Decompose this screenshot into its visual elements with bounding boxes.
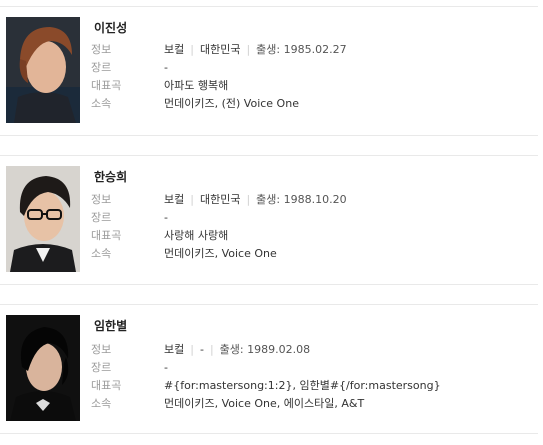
genre-value: - xyxy=(164,61,168,74)
info-label: 정보 xyxy=(91,193,112,206)
agency-value: 먼데이키즈, Voice One, 에이스타일, A&T xyxy=(164,397,365,410)
song-label: 대표곡 xyxy=(91,229,122,242)
artist-name[interactable]: 한승희 xyxy=(94,168,127,185)
pipe-divider: | xyxy=(209,343,214,356)
portrait-image xyxy=(6,166,80,272)
genre-value: - xyxy=(164,211,168,224)
divider xyxy=(0,433,538,434)
birth-text: 출생: 1989.02.08 xyxy=(219,343,311,356)
artist-card: 한승희 정보 보컬 | 대한민국 | 출생: 1988.10.20 장르 - 대표곡 사… xyxy=(0,166,538,296)
birth-text: 출생: 1985.02.27 xyxy=(256,43,347,56)
role-text: 보컬 xyxy=(164,43,185,56)
role-text: 보컬 xyxy=(164,343,185,356)
pipe-divider: | xyxy=(246,193,251,206)
pipe-divider: | xyxy=(190,193,194,206)
genre-label: 장르 xyxy=(91,361,112,374)
divider xyxy=(0,304,538,305)
country-text: - xyxy=(199,343,204,356)
portrait-image xyxy=(6,17,80,123)
artist-card: 이진성 정보 보컬 | 대한민국 | 출생: 1985.02.27 장르 - 대표곡 아… xyxy=(0,17,538,147)
info-value: 보컬 | 대한민국 | 출생: 1988.10.20 xyxy=(164,192,347,208)
country-text: 대한민국 xyxy=(199,43,241,56)
song-link[interactable]: 사랑해 사랑해 xyxy=(164,228,228,244)
artist-photo[interactable] xyxy=(6,166,80,272)
info-label: 정보 xyxy=(91,343,112,356)
song-link[interactable]: #{for:mastersong:1:2}, 임한별#{/for:masters… xyxy=(164,378,441,394)
pipe-divider: | xyxy=(190,43,194,56)
portrait-image xyxy=(6,315,80,421)
artist-list: 이진성 정보 보컬 | 대한민국 | 출생: 1985.02.27 장르 - 대표곡 아… xyxy=(0,0,543,437)
genre-label: 장르 xyxy=(91,211,112,224)
song-label: 대표곡 xyxy=(91,379,122,392)
artist-name[interactable]: 임한별 xyxy=(94,317,127,334)
divider xyxy=(0,284,538,285)
genre-value: - xyxy=(164,361,168,374)
artist-photo[interactable] xyxy=(6,315,80,421)
agency-value: 먼데이키즈, Voice One xyxy=(164,247,277,260)
artist-photo[interactable] xyxy=(6,17,80,123)
role-text: 보컬 xyxy=(164,193,185,206)
divider xyxy=(0,6,538,7)
agency-value: 먼데이키즈, (전) Voice One xyxy=(164,97,299,110)
agency-label: 소속 xyxy=(91,397,112,410)
country-text: 대한민국 xyxy=(199,193,241,206)
agency-label: 소속 xyxy=(91,247,112,260)
genre-label: 장르 xyxy=(91,61,112,74)
pipe-divider: | xyxy=(190,343,194,356)
artist-name[interactable]: 이진성 xyxy=(94,19,127,36)
pipe-divider: | xyxy=(246,43,251,56)
divider xyxy=(0,155,538,156)
song-link[interactable]: 아파도 행복해 xyxy=(164,78,228,94)
birth-text: 출생: 1988.10.20 xyxy=(256,193,347,206)
info-value: 보컬 | 대한민국 | 출생: 1985.02.27 xyxy=(164,42,347,58)
info-value: 보컬 | - | 출생: 1989.02.08 xyxy=(164,342,310,358)
agency-label: 소속 xyxy=(91,97,112,110)
song-label: 대표곡 xyxy=(91,79,122,92)
info-label: 정보 xyxy=(91,43,112,56)
divider xyxy=(0,135,538,136)
artist-card: 임한별 정보 보컬 | - | 출생: 1989.02.08 장르 - 대표곡 #{fo… xyxy=(0,315,538,445)
